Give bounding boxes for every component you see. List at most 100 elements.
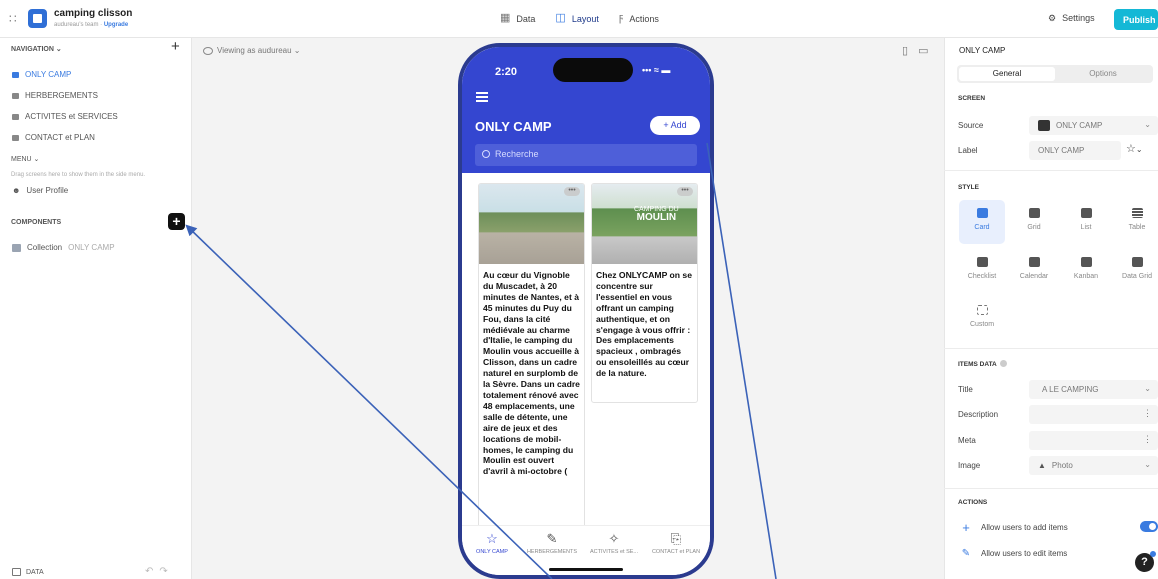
top-tabs: ▦ Data ◫ Layout ϝ Actions xyxy=(500,13,659,24)
collection-icon xyxy=(12,243,21,252)
book-icon: ⎘ xyxy=(670,531,682,546)
collection-label: Collection xyxy=(27,243,63,252)
nav-item-only-camp[interactable]: ONLY CAMP xyxy=(12,70,71,79)
image-label: Image xyxy=(958,461,981,470)
search-input[interactable]: Recherche xyxy=(475,144,697,166)
style-label: Table xyxy=(1128,224,1146,231)
label-input[interactable]: ONLY CAMP xyxy=(1029,141,1121,160)
undo-icon[interactable]: ↶ xyxy=(145,566,159,577)
phone-tab-activites[interactable]: ✧ ACTIVITES et SE... xyxy=(586,532,642,556)
viewing-as-dropdown[interactable]: Viewing as audureau ⌄ xyxy=(203,46,301,55)
card-title: Au cœur du Vignoble du Muscadet, à 20 mi… xyxy=(483,270,580,477)
source-select[interactable]: ONLY CAMP ⌄ xyxy=(1029,116,1158,135)
style-label: Checklist xyxy=(967,273,997,280)
phone-tab-herbergements[interactable]: ✎ HERBERGEMENTS xyxy=(524,532,580,556)
nav-item-contact[interactable]: CONTACT et PLAN xyxy=(12,133,95,142)
nav-item-label: ACTIVITES et SERVICES xyxy=(25,112,118,121)
user-profile-item[interactable]: ☻ User Profile xyxy=(12,186,68,195)
tab-general[interactable]: General xyxy=(959,67,1055,81)
kebab-icon[interactable]: ⋮ xyxy=(1143,408,1152,419)
phone-tab-label: HERBERGEMENTS xyxy=(526,549,578,555)
tab-layout[interactable]: ◫ Layout xyxy=(555,13,598,24)
chevron-down-icon: ⌄ xyxy=(1144,384,1151,393)
allow-add-toggle[interactable] xyxy=(1140,521,1158,532)
style-grid[interactable]: Grid xyxy=(1011,208,1057,231)
divider xyxy=(944,348,1158,349)
add-item-button[interactable]: + Add xyxy=(650,116,700,135)
tablet-icon[interactable]: ▭ xyxy=(918,45,938,57)
phone-tab-only-camp[interactable]: ☆ ONLY CAMP xyxy=(464,531,520,556)
apps-grid-icon[interactable]: ∷ xyxy=(9,13,17,25)
nav-item-label: CONTACT et PLAN xyxy=(25,133,95,142)
card-style-icon xyxy=(976,208,988,218)
menu-header[interactable]: MENU ⌄ xyxy=(11,155,39,163)
phone-icon[interactable]: ▯ xyxy=(902,45,918,57)
star-icon-picker[interactable]: ☆⌄ xyxy=(1126,142,1143,155)
tab-options[interactable]: Options xyxy=(1055,67,1151,81)
style-card[interactable]: Card xyxy=(959,200,1005,244)
add-screen-button[interactable]: + xyxy=(171,39,180,54)
info-icon[interactable] xyxy=(999,360,1007,367)
title-select[interactable]: A LE CAMPING ⌄ xyxy=(1029,380,1158,399)
add-component-button[interactable]: + xyxy=(168,213,185,230)
user-icon: ☻ xyxy=(12,186,21,195)
collection-card[interactable]: ••• Au cœur du Vignoble du Muscadet, à 2… xyxy=(478,183,585,528)
items-data-label: ITEMS DATA xyxy=(958,361,997,368)
meta-select[interactable]: ⋮ xyxy=(1029,431,1158,450)
nav-item-activites[interactable]: ACTIVITES et SERVICES xyxy=(12,112,118,121)
device-toggle[interactable]: ▯▭ xyxy=(902,44,938,57)
style-custom[interactable]: Custom xyxy=(959,305,1005,328)
tab-actions-label: Actions xyxy=(629,13,659,24)
description-label: Description xyxy=(958,410,999,419)
style-section-header: STYLE xyxy=(958,184,979,191)
screen-section-header: SCREEN xyxy=(958,95,986,102)
upgrade-link[interactable]: Upgrade xyxy=(104,22,128,28)
description-select[interactable]: ⋮ xyxy=(1029,405,1158,424)
redo-icon[interactable]: ↷ xyxy=(159,566,173,577)
plus-icon: + xyxy=(962,520,970,535)
allow-edit-action[interactable]: ✎ Allow users to edit items xyxy=(960,548,1067,559)
app-logo[interactable] xyxy=(28,9,47,28)
photo-sign-text: MOULIN xyxy=(636,212,677,223)
phone-tab-label: ONLY CAMP xyxy=(476,549,508,555)
status-time: 2:20 xyxy=(495,66,518,78)
collection-component[interactable]: Collection ONLY CAMP xyxy=(12,243,115,252)
style-checklist[interactable]: Checklist xyxy=(959,257,1005,280)
dynamic-island xyxy=(553,58,633,82)
style-calendar[interactable]: Calendar xyxy=(1011,257,1057,280)
screen-icon xyxy=(12,113,19,120)
image-icon: ▲ xyxy=(1038,461,1046,470)
tab-actions[interactable]: ϝ Actions xyxy=(619,13,659,24)
chevron-down-icon: ⌄ xyxy=(1144,120,1151,129)
nav-item-label: ONLY CAMP xyxy=(25,70,72,79)
nav-item-herbergements[interactable]: HERBERGEMENTS xyxy=(12,91,98,100)
style-data-grid[interactable]: Data Grid xyxy=(1114,257,1158,280)
checklist-style-icon xyxy=(976,257,988,267)
help-button[interactable]: ? xyxy=(1135,551,1156,572)
data-footer[interactable]: DATA xyxy=(12,568,44,576)
kanban-style-icon xyxy=(1080,257,1092,267)
more-options-icon[interactable]: ••• xyxy=(677,187,693,196)
settings-button[interactable]: ⚙ Settings xyxy=(1048,13,1095,24)
style-kanban[interactable]: Kanban xyxy=(1063,257,1109,280)
settings-label: Settings xyxy=(1062,13,1095,23)
tab-data[interactable]: ▦ Data xyxy=(500,13,535,24)
style-table[interactable]: Table xyxy=(1114,208,1158,231)
app-name[interactable]: camping clisson xyxy=(54,8,132,19)
undo-redo[interactable]: ↶↷ xyxy=(145,566,174,577)
collection-card[interactable]: CAMPING DU MOULIN ••• Chez ONLYCAMP on se… xyxy=(591,183,698,403)
allow-add-action[interactable]: + Allow users to add items xyxy=(960,520,1068,535)
style-list[interactable]: List xyxy=(1063,208,1109,231)
viewing-as-label: Viewing as audureau ⌄ xyxy=(217,46,301,55)
tab-layout-label: Layout xyxy=(571,13,599,24)
more-options-icon[interactable]: ••• xyxy=(564,187,580,196)
style-label: List xyxy=(1080,224,1092,231)
kebab-icon[interactable]: ⋮ xyxy=(1143,434,1152,445)
phone-tab-contact[interactable]: ⎘ CONTACT et PLAN xyxy=(648,531,704,556)
image-select[interactable]: ▲ Photo ⌄ xyxy=(1029,456,1158,475)
publish-button[interactable]: Publish xyxy=(1114,9,1158,30)
hamburger-menu-icon[interactable] xyxy=(476,92,488,104)
actions-header: ACTIONS xyxy=(958,499,988,506)
navigation-header[interactable]: NAVIGATION ⌄ xyxy=(11,45,62,53)
star-icon: ☆ xyxy=(486,531,498,546)
